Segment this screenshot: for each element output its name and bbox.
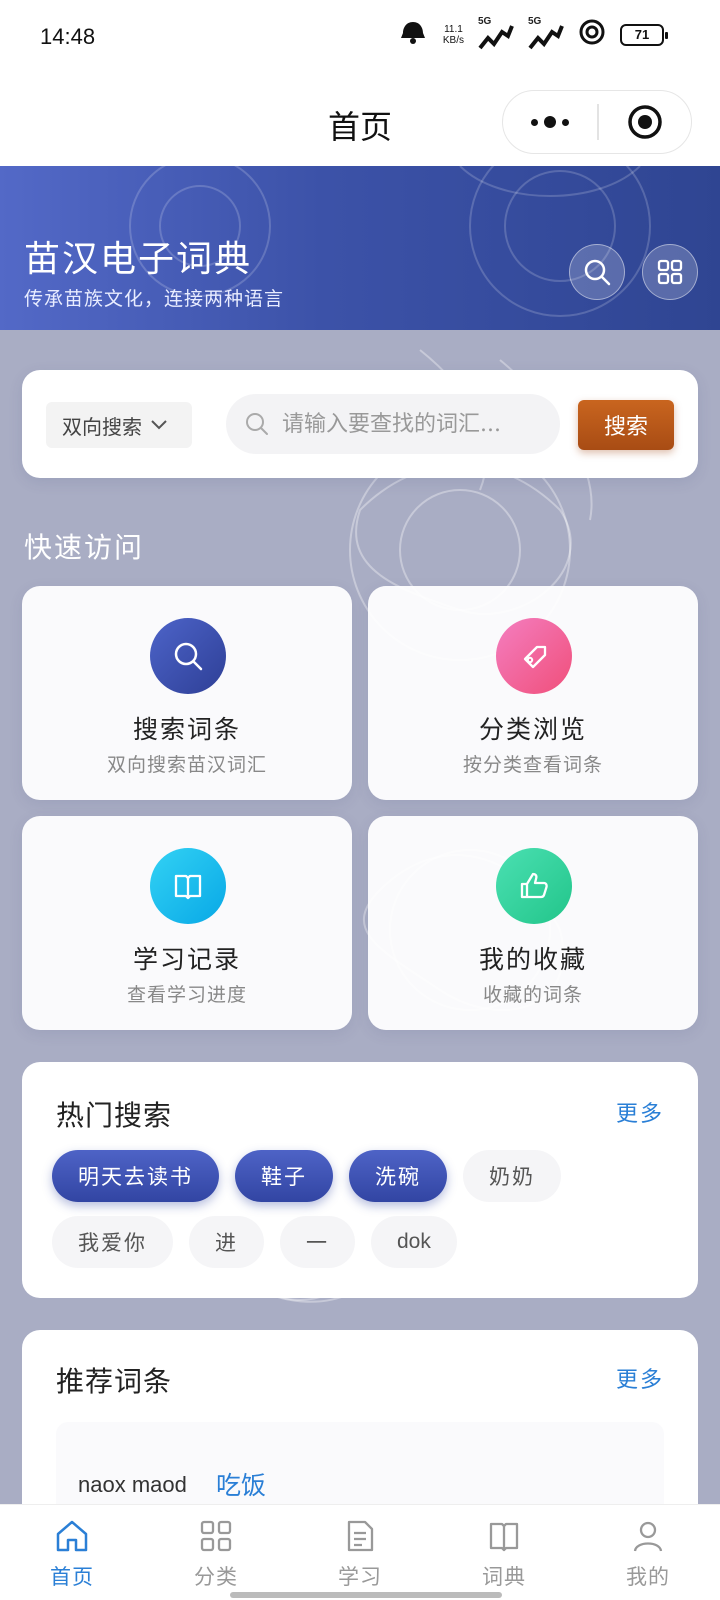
quick-icon-search — [150, 618, 226, 694]
tab-label: 词典 — [482, 1565, 526, 1589]
battery-indicator: 71 — [620, 23, 668, 46]
user-icon — [633, 1521, 663, 1552]
recommend-more-link[interactable]: 更多 — [616, 1362, 664, 1394]
quick-card-study-record[interactable]: 学习记录 查看学习进度 — [22, 816, 352, 1030]
quick-icon-favorites — [496, 848, 572, 924]
hot-tag[interactable]: 鞋子 — [235, 1150, 333, 1202]
quick-card-title: 搜索词条 — [132, 715, 241, 744]
search-icon — [246, 413, 268, 435]
search-mode-label: 双向搜索 — [62, 414, 142, 439]
grid-icon — [200, 1520, 232, 1552]
book-icon — [489, 1522, 519, 1552]
dot — [531, 118, 538, 126]
status-time: 14:48 — [40, 24, 96, 49]
grid-icon — [657, 259, 683, 285]
recommend-title: 推荐词条 — [56, 1365, 173, 1398]
home-indicator[interactable] — [230, 1592, 502, 1598]
quick-icon-category — [496, 618, 572, 694]
quick-access-label: 快速访问 — [24, 531, 145, 564]
quick-card-subtitle: 按分类查看词条 — [462, 754, 603, 776]
more-menu-button[interactable] — [503, 116, 597, 128]
hot-search-card: 热门搜索 更多 明天去读书 鞋子 洗碗 奶奶 我爱你 进 一 dok — [22, 1062, 698, 1298]
close-mini-program-button[interactable] — [599, 103, 692, 141]
mini-program-capsule — [502, 90, 692, 154]
hot-search-title: 热门搜索 — [56, 1099, 173, 1132]
net-speed-unit: KB/s — [442, 34, 464, 46]
net-speed-value: 11.1 — [444, 23, 463, 35]
recommend-card: 推荐词条 更多 naox maod 吃饭 — [22, 1330, 698, 1560]
network-speed: 11.1 KB/s — [443, 24, 464, 46]
hot-search-tags: 明天去读书 鞋子 洗碗 奶奶 我爱你 进 一 dok — [52, 1150, 672, 1268]
search-tag[interactable]: dok — [371, 1216, 457, 1268]
tab-home[interactable]: 首页 — [0, 1505, 144, 1600]
tab-study[interactable]: 学习 — [288, 1505, 432, 1600]
tab-dictionary[interactable]: 词典 — [432, 1505, 576, 1600]
tag-icon — [523, 645, 547, 669]
quick-card-title: 学习记录 — [132, 945, 241, 974]
search-tag[interactable]: 进 — [189, 1216, 264, 1268]
status-bar: 14:48 11.1 KB/s 5G 5G 71 — [0, 0, 720, 80]
quick-card-title: 分类浏览 — [478, 715, 587, 744]
search-button[interactable]: 搜索 — [578, 400, 674, 450]
signal-5g-icon-2: 5G — [528, 16, 564, 50]
banner-title: 苗汉电子词典 — [24, 239, 253, 280]
tab-label: 首页 — [50, 1565, 94, 1589]
status-icons: 11.1 KB/s 5G 5G 71 — [397, 16, 668, 51]
banner-search-button[interactable] — [569, 244, 625, 300]
banner-subtitle: 传承苗族文化，连接两种语言 — [24, 288, 285, 310]
search-card: 双向搜索 搜索 — [22, 370, 698, 478]
hot-search-more-link[interactable]: 更多 — [616, 1096, 664, 1128]
quick-card-subtitle: 查看学习进度 — [126, 984, 247, 1006]
book-icon — [174, 874, 202, 900]
signal-5g-icon: 5G — [478, 16, 514, 50]
word-miao: naox maod — [78, 1472, 187, 1497]
hot-tag[interactable]: 洗碗 — [349, 1150, 447, 1202]
search-icon — [174, 642, 203, 671]
alarm-icon — [397, 18, 429, 51]
tab-bar: 首页 分类 学习 词典 我的 — [0, 1504, 720, 1600]
quick-card-subtitle: 双向搜索苗汉词汇 — [106, 754, 267, 776]
chevron-down-icon — [151, 420, 167, 430]
search-input[interactable] — [282, 411, 538, 437]
quick-card-title: 我的收藏 — [478, 945, 587, 974]
hot-tag[interactable]: 明天去读书 — [52, 1150, 219, 1202]
tab-label: 我的 — [626, 1565, 670, 1589]
header-banner: 苗汉电子词典 传承苗族文化，连接两种语言 — [0, 166, 720, 330]
dot — [544, 116, 556, 128]
search-tag[interactable]: 我爱你 — [52, 1216, 173, 1268]
dot — [562, 118, 569, 126]
search-input-wrapper — [226, 394, 560, 454]
target-icon — [628, 105, 662, 139]
search-tag[interactable]: 奶奶 — [463, 1150, 561, 1202]
nav-bar: 首页 — [0, 80, 720, 166]
quick-card-search[interactable]: 搜索词条 双向搜索苗汉词汇 — [22, 586, 352, 800]
hotspot-icon — [578, 18, 606, 51]
banner-grid-button[interactable] — [642, 244, 698, 300]
tab-category[interactable]: 分类 — [144, 1505, 288, 1600]
thumbs-up-icon — [520, 872, 548, 899]
tab-label: 分类 — [194, 1565, 238, 1589]
quick-card-favorites[interactable]: 我的收藏 收藏的词条 — [368, 816, 698, 1030]
quick-card-category[interactable]: 分类浏览 按分类查看词条 — [368, 586, 698, 800]
search-mode-select[interactable]: 双向搜索 — [46, 402, 192, 448]
quick-card-subtitle: 收藏的词条 — [482, 984, 583, 1006]
tab-label: 学习 — [338, 1565, 382, 1589]
home-icon — [56, 1520, 88, 1552]
search-tag[interactable]: 一 — [280, 1216, 355, 1268]
word-chinese: 吃饭 — [216, 1471, 267, 1500]
document-icon — [347, 1520, 374, 1552]
search-icon — [584, 259, 611, 286]
tab-profile[interactable]: 我的 — [576, 1505, 720, 1600]
quick-icon-study — [150, 848, 226, 924]
